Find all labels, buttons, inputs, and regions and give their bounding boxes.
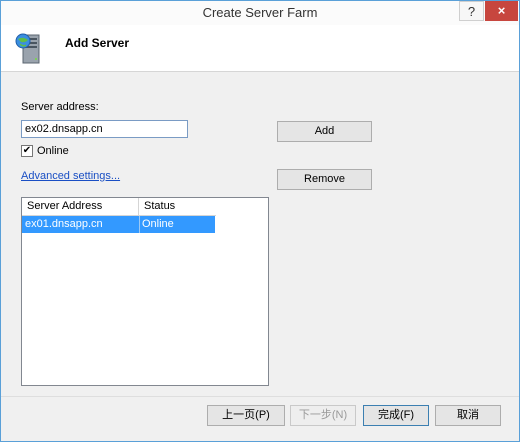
advanced-settings-link[interactable]: Advanced settings... — [21, 170, 120, 182]
page-title: Add Server — [65, 36, 130, 50]
cancel-button[interactable]: 取消 — [435, 405, 501, 426]
online-label: Online — [37, 145, 69, 157]
server-address-cell: ex01.dnsapp.cn — [25, 218, 103, 230]
online-checkbox[interactable]: ✔ — [21, 145, 33, 157]
list-header: Server Address Status — [22, 198, 216, 216]
title-bar: Create Server Farm ? × — [1, 1, 519, 26]
close-button[interactable]: × — [485, 1, 518, 21]
wizard-header: Add Server — [1, 25, 519, 72]
footer-divider — [1, 396, 519, 397]
remove-button[interactable]: Remove — [277, 169, 372, 190]
status-cell: Online — [142, 218, 174, 230]
table-row[interactable]: ex01.dnsapp.cn Online — [22, 216, 215, 233]
server-list[interactable]: Server Address Status ex01.dnsapp.cn Onl… — [21, 197, 269, 386]
create-server-farm-dialog: Create Server Farm ? × Add Server Server… — [0, 0, 520, 442]
help-button[interactable]: ? — [459, 1, 484, 21]
server-address-input[interactable]: ex02.dnsapp.cn — [21, 120, 188, 138]
window-title: Create Server Farm — [202, 5, 318, 20]
column-server-address[interactable]: Server Address — [22, 198, 139, 215]
add-button[interactable]: Add — [277, 121, 372, 142]
server-globe-icon — [15, 33, 40, 64]
server-address-label: Server address: — [21, 101, 99, 113]
column-status[interactable]: Status — [139, 198, 216, 215]
next-button[interactable]: 下一步(N) — [290, 405, 356, 426]
prev-button[interactable]: 上一页(P) — [207, 405, 285, 426]
finish-button[interactable]: 完成(F) — [363, 405, 429, 426]
